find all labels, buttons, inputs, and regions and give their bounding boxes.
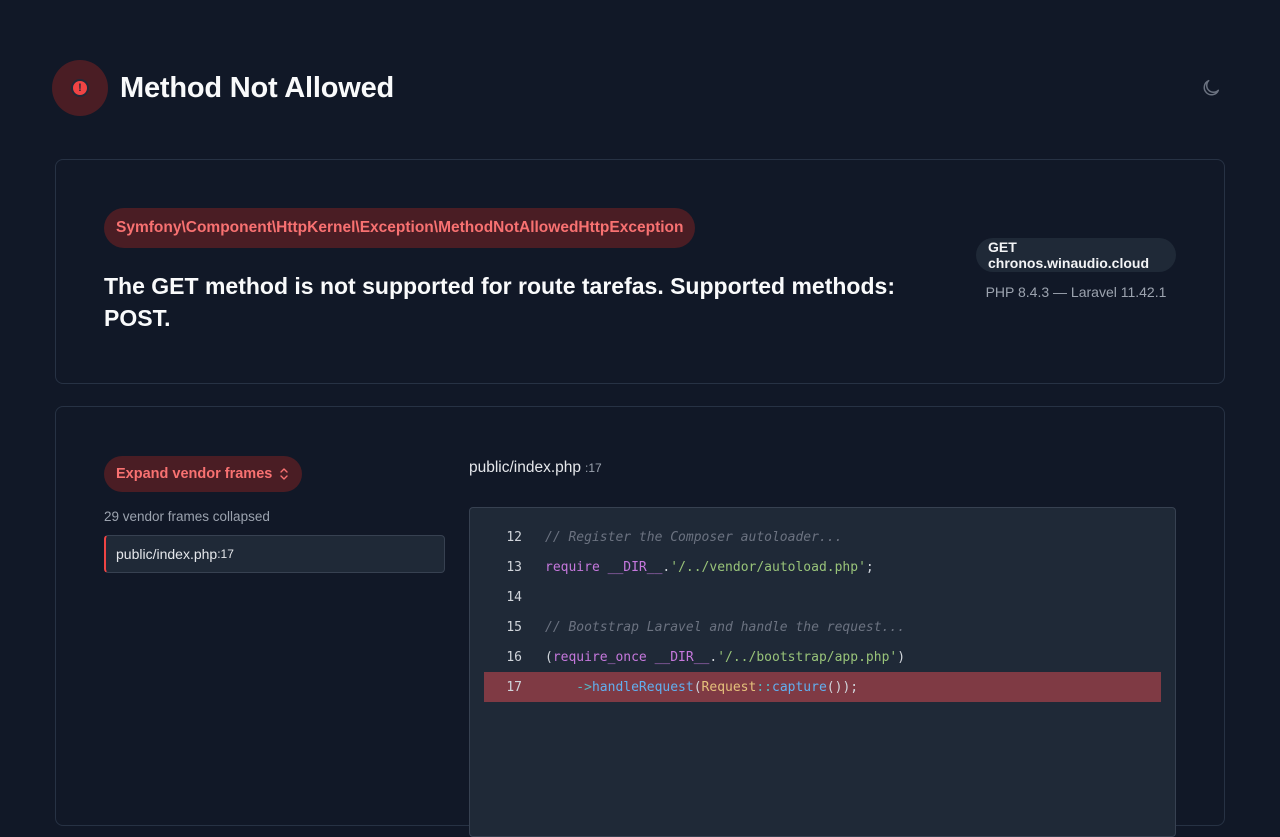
code-line: 15 // Bootstrap Laravel and handle the r… — [484, 612, 1161, 642]
expand-vendor-frames-label: Expand vendor frames — [116, 466, 273, 482]
code-comment: // Bootstrap Laravel and handle the requ… — [545, 619, 906, 635]
line-number: 14 — [506, 589, 522, 605]
moon-icon[interactable] — [1200, 77, 1222, 99]
code-operator: . — [662, 559, 671, 575]
code-operator: -> — [545, 679, 592, 695]
code-line: 13 require __DIR__. '/../vendor/autoload.… — [484, 552, 1161, 582]
code-punctuation: ; — [865, 559, 874, 575]
line-number: 15 — [506, 619, 522, 635]
frame-line: :17 — [217, 547, 234, 561]
code-string: '/../vendor/autoload.php' — [670, 559, 866, 575]
code-snippet: 12 // Register the Composer autoloader..… — [469, 507, 1176, 837]
code-file-name: public/index.php — [469, 459, 582, 476]
code-file-line: :17 — [585, 461, 602, 475]
line-number: 13 — [506, 559, 522, 575]
request-url-badge: GET chronos.winaudio.cloud — [976, 238, 1176, 272]
expand-vendor-frames-button[interactable]: Expand vendor frames — [104, 456, 303, 492]
code-punctuation: ( — [545, 649, 553, 665]
code-constant: __DIR__ — [646, 649, 710, 665]
code-punctuation: ( — [693, 679, 702, 695]
code-keyword: require_once — [552, 649, 647, 665]
code-function: handleRequest — [591, 679, 694, 695]
exception-message: The GET method is not supported for rout… — [104, 273, 895, 331]
request-info: GET chronos.winaudio.cloud PHP 8.4.3 — L… — [976, 238, 1176, 300]
alert-circle-icon: ! — [52, 60, 108, 116]
line-number: 17 — [506, 679, 522, 695]
stack-trace-card: Expand vendor frames 29 vendor frames co… — [55, 406, 1225, 837]
code-line: 14 — [484, 582, 1161, 612]
code-file-header: public/index.php:17 — [469, 459, 602, 477]
line-number: 12 — [506, 529, 522, 545]
code-line: 12 // Register the Composer autoloader..… — [484, 522, 1161, 552]
code-operator: :: — [756, 679, 772, 695]
code-class: Request — [701, 679, 757, 695]
frame-file: public/index.php — [116, 546, 218, 562]
code-line-highlighted: 17 -> handleRequest(Request:: capture ()); — [484, 672, 1161, 702]
code-string: '/../bootstrap/app.php' — [717, 649, 898, 665]
code-operator: . — [709, 649, 718, 665]
page-header: ! Method Not Allowed — [52, 60, 1224, 116]
page-title: Method Not Allowed — [120, 71, 395, 104]
chevron-up-down-icon — [280, 468, 289, 480]
line-number: 16 — [506, 649, 522, 665]
code-constant: __DIR__ — [599, 559, 663, 575]
code-punctuation: ()); — [826, 679, 859, 695]
code-keyword: require — [545, 559, 600, 575]
stack-frame-item[interactable]: public/index.php:17 — [104, 535, 445, 573]
code-comment: // Register the Composer autoloader... — [545, 529, 843, 545]
code-punctuation: ) — [897, 649, 906, 665]
version-info: PHP 8.4.3 — Laravel 11.42.1 — [985, 284, 1167, 300]
exception-class-badge[interactable]: Symfony\Component\HttpKernel\Exception\M… — [104, 208, 696, 248]
exception-card: Symfony\Component\HttpKernel\Exception\M… — [55, 159, 1225, 384]
vendor-frames-collapsed-note: 29 vendor frames collapsed — [104, 509, 270, 524]
code-function: capture — [772, 679, 827, 695]
code-line: 16 (require_once __DIR__. '/../bootstrap/… — [484, 642, 1161, 672]
